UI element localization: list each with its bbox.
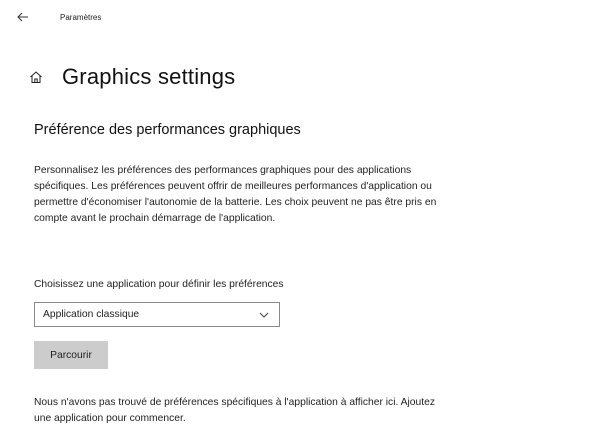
- home-icon[interactable]: [28, 69, 44, 85]
- back-arrow-icon: [17, 9, 29, 27]
- back-button[interactable]: [13, 8, 33, 28]
- chevron-down-icon: [258, 309, 270, 321]
- section-description: Personnalisez les préférences des perfor…: [34, 165, 437, 224]
- empty-state-message: Nous n'avons pas trouvé de préférences s…: [34, 397, 435, 424]
- page-title: Graphics settings: [62, 64, 236, 89]
- app-type-dropdown[interactable]: Application classique: [34, 302, 280, 327]
- page-header: Graphics settings: [28, 62, 235, 92]
- app-type-selected-value: Application classique: [43, 309, 140, 320]
- browse-button[interactable]: Parcourir: [34, 341, 108, 369]
- section-title: Préférence des performances graphiques: [34, 122, 301, 138]
- title-bar: Paramètres: [0, 0, 595, 34]
- app-picker-label: Choisissez une application pour définir …: [34, 279, 284, 290]
- window-title: Paramètres: [60, 13, 102, 22]
